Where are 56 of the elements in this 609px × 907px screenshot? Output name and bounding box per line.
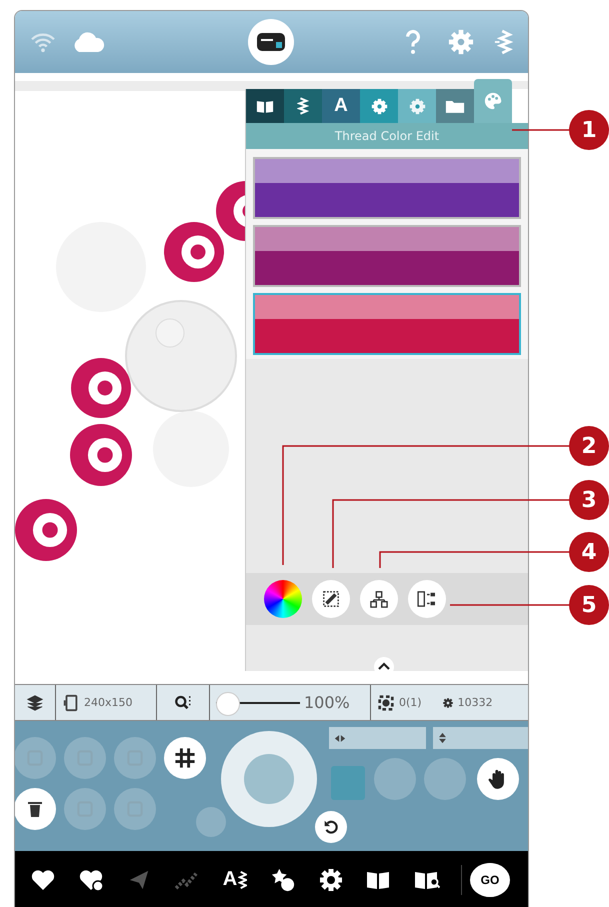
go-button[interactable]: GO [470,862,510,896]
callout-number: 2 [569,426,609,466]
paper-plane-icon [128,868,150,890]
width-arrows-icon [334,734,346,742]
block-list-icon [417,591,437,607]
text-button[interactable]: A [215,860,255,900]
dotted-square-icon [322,590,340,608]
book-icon [366,870,392,890]
tab[interactable]: A [322,89,360,123]
trash-icon [25,799,45,819]
stitch-count: 10332 [458,696,493,709]
zigzag-icon [238,870,248,888]
selection-icon[interactable] [377,694,395,712]
undo-button[interactable] [315,811,347,843]
hierarchy-icon [370,590,388,608]
zoom-value: 100% [304,693,350,712]
folder-icon [445,98,465,114]
grid-icon [173,746,197,770]
layers-icon[interactable] [26,694,44,712]
heart-clock-icon [79,868,103,890]
zigzag-icon [297,97,309,115]
hoop-icon[interactable] [62,694,80,712]
replace-color-button[interactable] [312,580,350,618]
callout-number: 4 [569,532,609,572]
thread-color-item[interactable] [253,225,521,287]
thread-color-item[interactable] [253,293,521,355]
panel-title: Thread Color Edit [246,123,528,149]
heart-icon [31,868,55,890]
grid-button[interactable] [164,737,206,779]
undo-icon [322,818,340,836]
leader-line [512,129,572,131]
selection-count: 0(1) [399,696,422,709]
pan-button[interactable] [477,758,519,800]
height-field[interactable] [433,727,528,749]
height-arrows-icon [438,732,447,744]
machine-icon[interactable] [247,18,295,66]
width-field[interactable] [329,727,426,749]
zoom-options-icon[interactable] [174,694,192,712]
callout-number: 5 [569,585,609,625]
book-search-icon [414,870,440,890]
book-icon [256,98,274,114]
stitches-icon [174,870,200,890]
help-icon[interactable] [404,28,422,56]
zoom-slider[interactable] [216,692,300,714]
hoop-size: 240x150 [84,696,133,709]
thread-color-item[interactable] [253,157,521,219]
trash-button[interactable] [15,788,56,830]
callout-number: 1 [569,110,609,150]
star-circle-icon [271,868,295,892]
tab[interactable] [284,89,322,123]
palette-icon [484,92,502,110]
block-list-button[interactable] [408,580,446,618]
color-wheel-button[interactable] [264,580,302,618]
group-button[interactable] [360,580,398,618]
tab[interactable] [246,89,284,123]
callout-number: 3 [569,480,609,520]
